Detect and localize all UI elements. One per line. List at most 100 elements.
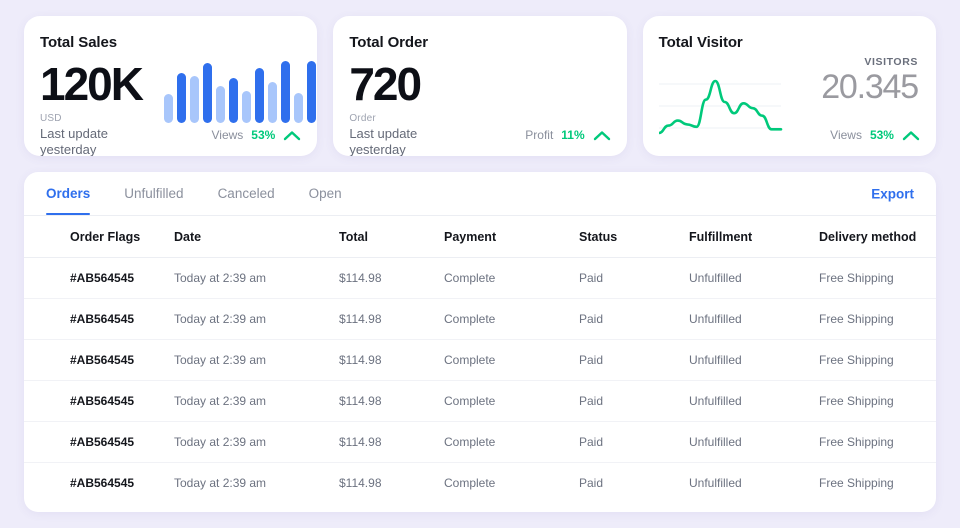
- sales-metric-label: Views: [211, 128, 244, 142]
- table-cell: Unfulfilled: [689, 298, 819, 340]
- table-cell: Today at 2:39 am: [174, 380, 339, 422]
- table-cell: Unfulfilled: [689, 257, 819, 299]
- visitor-summary: VISITORS 20.345: [821, 56, 919, 107]
- tab-unfulfilled[interactable]: Unfulfilled: [124, 172, 183, 215]
- table-cell: Unfulfilled: [689, 421, 819, 463]
- table-row[interactable]: #AB564545 Today at 2:39 am $114.98 Complete…: [24, 339, 936, 381]
- table-header-row: Order Flags Date Total Payment Status Fulfill…: [24, 216, 936, 258]
- visitor-metric-label: Views: [830, 128, 862, 142]
- bar: [190, 75, 199, 123]
- table-cell: Complete: [444, 380, 579, 422]
- table-cell: Free Shipping: [819, 339, 936, 381]
- table-row[interactable]: #AB564545 Today at 2:39 am $114.98 Complete…: [24, 463, 936, 504]
- order-metric-label: Profit: [525, 128, 554, 142]
- card-title: Total Sales: [40, 34, 117, 51]
- bar-stack: [493, 126, 506, 132]
- orders-panel: Orders Unfulfilled Canceled Open Export Ord…: [24, 172, 936, 512]
- table-cell: Complete: [444, 421, 579, 463]
- order-bar-chart: [463, 52, 626, 132]
- table-cell: Today at 2:39 am: [174, 339, 339, 381]
- order-flag-cell: #AB564545: [24, 298, 174, 340]
- table-cell: Free Shipping: [819, 257, 936, 299]
- table-cell: Free Shipping: [819, 476, 894, 490]
- visitor-metric-value: 53%: [869, 128, 894, 142]
- bar: [229, 78, 238, 123]
- card-total-order: Total Order 720 Order Last update yester…: [333, 16, 627, 156]
- table-cell: Unfulfilled: [689, 339, 819, 381]
- table-cell: Complete: [444, 257, 579, 299]
- tab-list: Orders Unfulfilled Canceled Open: [46, 172, 342, 215]
- sales-metric-value: 53%: [251, 128, 276, 142]
- bar: [164, 94, 173, 123]
- table-cell: Today at 2:39 am: [174, 298, 339, 340]
- total-order-subtitle: Last update yesterday: [349, 126, 418, 156]
- table-row[interactable]: #AB564545 Today at 2:39 am $114.98 Complete…: [24, 421, 936, 463]
- card-title: Total Order: [349, 34, 428, 51]
- bar: [203, 63, 212, 123]
- column-header: Order Flags: [24, 216, 174, 258]
- dashboard-page: Total Sales 120K USD Last update yesterd…: [0, 0, 960, 528]
- bar: [216, 85, 225, 123]
- bar-group: [463, 52, 626, 132]
- table-cell: $114.98: [339, 339, 444, 381]
- bar: [242, 90, 251, 123]
- bar: [177, 73, 186, 123]
- card-title: Total Visitor: [658, 34, 743, 51]
- table-cell: Paid: [579, 257, 689, 299]
- table-cell: Today at 2:39 am: [174, 257, 339, 299]
- table-row[interactable]: #AB564545 Today at 2:39 am $114.98 Complete…: [24, 380, 936, 422]
- table-row[interactable]: #AB564545 Today at 2:39 am $114.98 Complete…: [24, 257, 936, 299]
- order-metric: Profit 11%: [525, 128, 610, 142]
- sales-metric: Views 53%: [212, 128, 302, 142]
- visitors-label: VISITORS: [864, 56, 918, 68]
- order-flag-cell: #AB564545: [24, 421, 174, 463]
- table-cell: $114.98: [339, 257, 444, 299]
- order-flag-cell: #AB564545: [24, 339, 174, 381]
- table-cell: Complete: [444, 339, 579, 381]
- table-cell: Today at 2:39 am: [174, 421, 339, 463]
- visitors-value: 20.345: [821, 68, 919, 106]
- table-cell: Free Shipping: [819, 421, 936, 463]
- tab-open[interactable]: Open: [309, 172, 342, 215]
- chevron-up-icon: [593, 130, 610, 140]
- table-cell: $114.98: [339, 476, 382, 490]
- bar-stack: [469, 126, 482, 132]
- visitor-line-svg: [657, 79, 782, 135]
- orders-table: Order Flags Date Total Payment Status Fulfill…: [24, 216, 936, 503]
- card-total-visitor: Total Visitor VISITORS 20.345 Views 53%: [642, 16, 936, 156]
- order-flag-cell: #AB564545: [70, 476, 135, 490]
- column-header: Total: [339, 216, 444, 258]
- column-header: Payment: [444, 216, 579, 258]
- table-cell: $114.98: [339, 380, 444, 422]
- table-body: #AB564545 Today at 2:39 am $114.98 Complete…: [24, 257, 936, 504]
- table-cell: Free Shipping: [819, 380, 936, 422]
- column-header: Delivery method: [819, 216, 936, 258]
- card-total-sales: Total Sales 120K USD Last update yesterd…: [24, 16, 318, 156]
- bar: [255, 68, 264, 123]
- bar-group: [164, 61, 317, 123]
- bar: [294, 93, 303, 123]
- table-cell: Unfulfilled: [689, 380, 819, 422]
- tab-canceled[interactable]: Canceled: [218, 172, 275, 215]
- table-cell: Paid: [579, 476, 604, 490]
- order-metric-value: 11%: [561, 128, 585, 142]
- chevron-up-icon: [284, 130, 301, 140]
- column-header: Fulfillment: [689, 216, 819, 258]
- total-sales-subtitle: Last update yesterday: [40, 126, 108, 156]
- table-cell: Paid: [579, 298, 689, 340]
- table-cell: Complete: [444, 298, 579, 340]
- order-flag-cell: #AB564545: [24, 257, 174, 299]
- table-cell: Complete: [444, 476, 496, 490]
- table-cell: Paid: [579, 339, 689, 381]
- table-row[interactable]: #AB564545 Today at 2:39 am $114.98 Complete…: [24, 298, 936, 340]
- export-button[interactable]: Export: [871, 186, 914, 201]
- table-cell: Paid: [579, 380, 689, 422]
- table-cell: Free Shipping: [819, 298, 936, 340]
- column-header: Date: [174, 216, 339, 258]
- table-head: Order Flags Date Total Payment Status Fulfill…: [24, 216, 936, 258]
- table-cell: Today at 2:39 am: [174, 476, 267, 490]
- table-cell: $114.98: [339, 421, 444, 463]
- chevron-up-icon: [902, 130, 920, 140]
- order-flag-cell: #AB564545: [24, 380, 174, 422]
- tab-orders[interactable]: Orders: [46, 172, 91, 215]
